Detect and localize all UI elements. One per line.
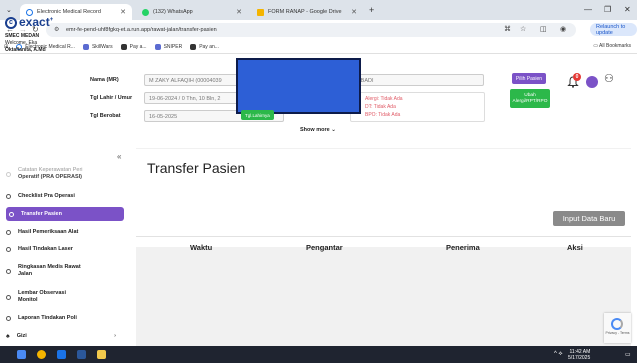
payment-icon [190,43,197,50]
close-tab-icon[interactable]: ✕ [120,8,126,16]
sidebar-item-transfer-pasien[interactable]: Transfer Pasien [6,207,124,221]
extensions-icon[interactable]: ◫ [540,25,547,33]
close-window-icon[interactable]: ✕ [624,5,631,14]
chevron-right-icon: › [114,333,116,339]
page-title: Transfer Pasien [147,160,246,176]
bookmarks-bar: ⊞ Electronic Medical R... SkillWars Pay … [0,40,637,54]
circle-icon [6,230,11,235]
tab-google-drive[interactable]: FORM RANAP - Google Drive ✕ [251,4,363,20]
sidebar-item-hasil-pemeriksaan-alat[interactable]: Hasil Pemeriksaan Alat [6,229,124,236]
maximize-icon[interactable]: ❐ [604,5,611,14]
collapse-sidebar-icon[interactable]: « [117,152,121,161]
site-info-icon[interactable]: ⚙ [54,26,59,33]
table-divider [136,236,631,237]
browser-tab-strip: ⌄ Electronic Medical Record ✕ (132) What… [0,0,637,20]
minimize-icon[interactable]: — [584,5,592,14]
sidebar-item-checklist-pra-operasi[interactable]: Checklist Pra Operasi [6,193,124,200]
sniper-icon [154,43,161,50]
bookmark-star-icon[interactable]: ☆ [520,25,526,33]
close-tab-icon[interactable]: ✕ [236,8,242,16]
circle-icon [9,211,14,217]
all-bookmarks-button[interactable]: ▭ All Bookmarks [593,43,631,49]
relaunch-button[interactable]: Relaunch to update [590,23,637,36]
logo-icon: c [5,16,17,29]
allergy-info-box: Alergi: Tidak Ada DT: Tidak Ada BPO: Tid… [350,92,485,122]
chrome-icon[interactable] [37,350,46,359]
taskbar: ^ ⟡ 11:42 AM 5/17/2025 ▭ [0,346,637,363]
file-explorer-icon[interactable] [97,350,106,359]
users-icon[interactable]: ⚇ [604,72,614,85]
address-bar-row: ← → ↻ ⚙ emr-fe-pend-uhf8fgkq-et.a.run.ap… [0,20,637,40]
circle-icon [6,316,11,321]
recaptcha-badge[interactable]: Privacy - Terms [604,313,631,343]
clock[interactable]: 11:42 AM 5/17/2025 [568,349,590,361]
notification-badge: 0 [573,73,581,81]
spoon-icon: ♠ [6,333,10,340]
word-icon[interactable] [77,350,86,359]
sidebar-item-catatan-keperawatan[interactable]: Catatan Keperawatan Peri Operatif (PRA OP… [6,167,124,181]
translate-icon[interactable]: ⌘ [504,25,511,33]
circle-icon [6,247,11,252]
tab-whatsapp[interactable]: (132) WhatsApp ✕ [136,4,248,20]
recaptcha-icon [611,318,623,330]
whatsapp-icon [142,8,149,16]
sidebar-item-lembar-observasi[interactable]: Lembar Observasi Monitol [6,290,124,304]
circle-icon [6,294,11,300]
circle-icon [6,268,11,274]
column-header-waktu: Waktu [190,243,213,252]
bookmark-item[interactable]: Pay an... [190,43,219,50]
skillwars-icon [82,43,89,50]
outlook-icon[interactable] [57,350,66,359]
column-header-penerima: Penerima [446,243,480,252]
column-header-aksi: Aksi [567,243,583,252]
input-data-baru-button[interactable]: Input Data Baru [553,211,625,226]
bookmark-item[interactable]: SkillWars [82,43,113,50]
sidebar-item-ringkasan-medis[interactable]: Ringkasan Medis Rawat Jalan [6,264,124,278]
column-header-pengantar: Pengantar [306,243,343,252]
system-tray-icons[interactable]: ^ ⟡ [554,351,562,358]
profile-icon[interactable]: ◉ [560,25,566,33]
close-tab-icon[interactable]: ✕ [351,8,357,16]
windows-start-icon[interactable] [17,350,26,359]
pilih-pasien-button[interactable]: Pilih Pasien [512,73,546,84]
name-label: Nama (MR) [90,77,119,83]
tgl-lahirnya-button[interactable]: Tgl.Lahirnya [241,110,274,120]
sidebar-item-hasil-tindakan-laser[interactable]: Hasil Tindakan Laser [6,246,124,253]
user-avatar-icon[interactable] [586,76,598,88]
url-field[interactable]: ⚙ emr-fe-pend-uhf8fgkq-et.a.run.app/rawa… [46,23,576,37]
sidebar-item-gizi[interactable]: ♠ Gizi › [6,333,124,340]
new-tab-button[interactable]: + [369,5,374,15]
circle-icon [6,171,11,177]
redaction-block [236,58,361,114]
dob-label: Tgl Lahir / Umur [90,95,133,101]
circle-icon [6,194,11,199]
clinic-info: SMEC MEDAN Welcome, Eka Oktafianita, A.M… [5,33,46,53]
berobat-label: Tgl Berobat [90,113,121,119]
google-drive-icon [257,8,264,16]
sidebar-item-laporan-tindakan-poli[interactable]: Laporan Tindakan Poli [6,315,124,322]
bookmark-item[interactable]: Pay a... [120,43,147,50]
payment-icon [120,43,127,50]
show-more-button[interactable]: Show more ⌄ [300,127,336,133]
ubah-alergi-button[interactable]: Ubah Alergi/RPT/RPO [510,89,550,108]
bookmark-item[interactable]: SNIPER [154,43,182,50]
tab-search-icon[interactable]: ⌄ [6,6,12,14]
chevron-down-icon: ⌄ [331,127,336,133]
exact-logo: c exact+ [5,15,53,29]
notification-center-icon[interactable]: ▭ [625,351,631,358]
